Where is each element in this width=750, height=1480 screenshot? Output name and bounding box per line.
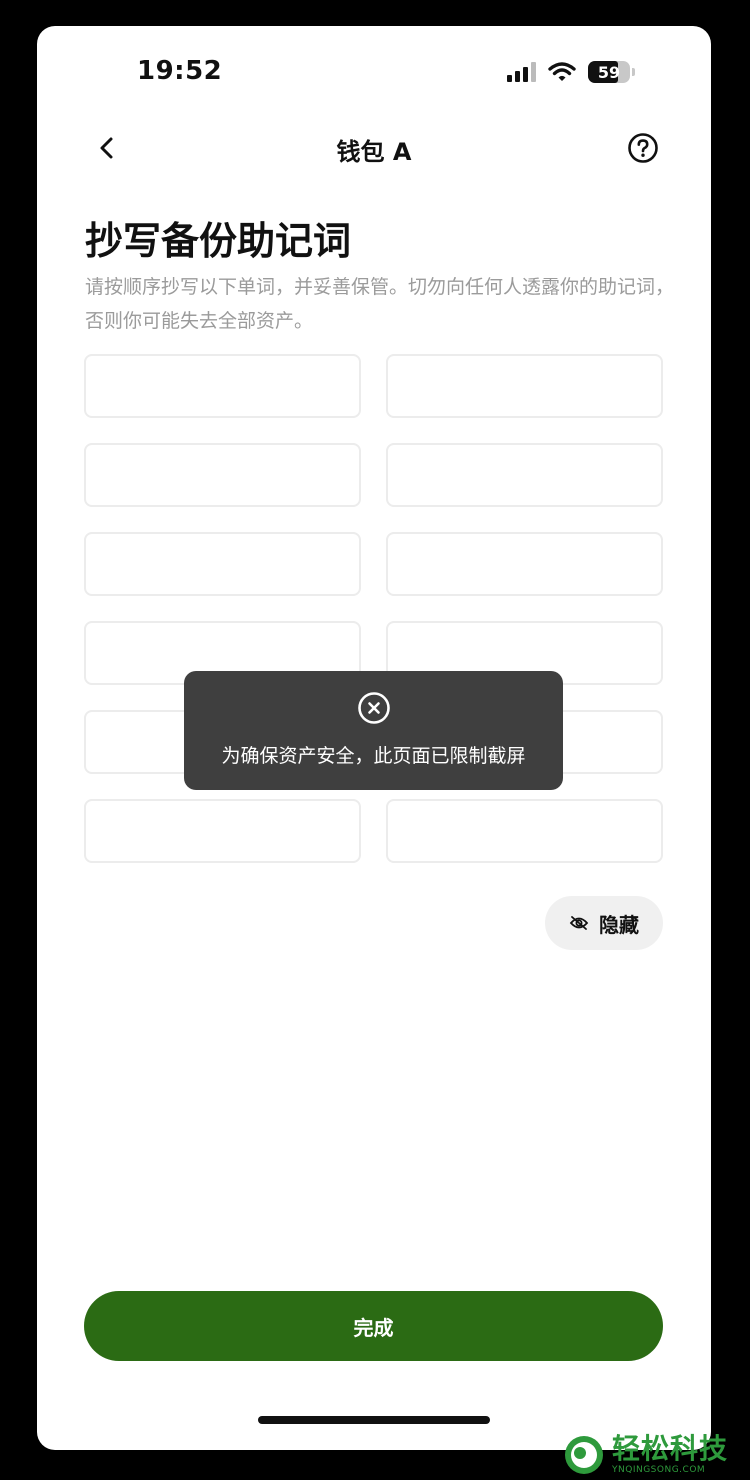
- battery-level: 59: [597, 62, 621, 82]
- phone-screen: 19:52 59 钱包 A 抄写备份助记词 请按顺序抄写以下单词，并妥善保管。切…: [37, 26, 711, 1450]
- hide-button[interactable]: 隐藏: [545, 896, 663, 950]
- leaf-logo-icon: [565, 1436, 603, 1474]
- mnemonic-word-11: [84, 799, 361, 863]
- mnemonic-word-5: [84, 532, 361, 596]
- nav-title: 钱包 A: [336, 138, 412, 166]
- hide-button-label: 隐藏: [599, 912, 639, 937]
- screenshot-blocked-toast: 为确保资产安全，此页面已限制截屏: [184, 671, 563, 790]
- status-time: 19:52: [137, 56, 223, 86]
- mnemonic-word-1: [84, 354, 361, 418]
- page-description: 请按顺序抄写以下单词，并妥善保管。切勿向任何人透露你的助记词，否则你可能失去全部…: [85, 276, 675, 332]
- mnemonic-word-6: [386, 532, 663, 596]
- mnemonic-word-2: [386, 354, 663, 418]
- mnemonic-word-3: [84, 443, 361, 507]
- toast-message: 为确保资产安全，此页面已限制截屏: [221, 745, 526, 767]
- mnemonic-word-12: [386, 799, 663, 863]
- close-circle-icon: [357, 692, 390, 724]
- mnemonic-word-4: [386, 443, 663, 507]
- page-title: 抄写备份助记词: [85, 219, 352, 263]
- status-icons: 59: [507, 58, 635, 86]
- cellular-signal-icon: [507, 62, 536, 82]
- battery-icon: 59: [588, 61, 635, 83]
- watermark-title: 轻松科技: [612, 1432, 729, 1465]
- home-indicator[interactable]: [258, 1416, 490, 1424]
- wifi-icon: [548, 62, 576, 81]
- help-button[interactable]: [627, 132, 659, 164]
- watermark-logo: 轻松科技 YNQINGSONG.COM: [562, 1430, 750, 1480]
- watermark-subtitle: YNQINGSONG.COM: [612, 1465, 706, 1475]
- eye-off-icon: [569, 916, 589, 930]
- question-circle-icon: [628, 133, 658, 163]
- done-button[interactable]: 完成: [84, 1291, 663, 1361]
